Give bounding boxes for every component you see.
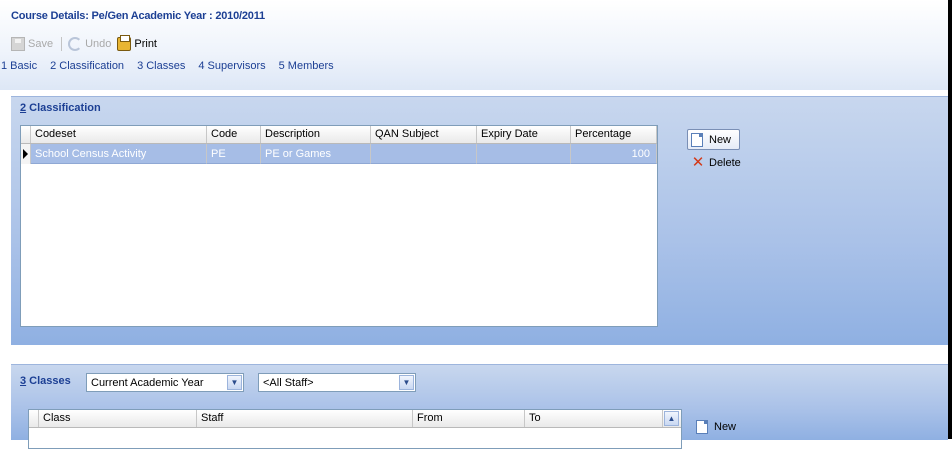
grid-header: Class Staff From To — [29, 410, 681, 428]
col-code[interactable]: Code — [207, 126, 261, 143]
delete-icon: ✕ — [691, 153, 705, 171]
undo-icon — [68, 37, 83, 51]
undo-button[interactable]: Undo — [68, 37, 111, 51]
staff-filter-value: <All Staff> — [263, 376, 314, 389]
window-border — [948, 0, 952, 439]
col-from[interactable]: From — [413, 410, 525, 427]
col-description[interactable]: Description — [261, 126, 371, 143]
tab-classes[interactable]: 3 Classes — [137, 60, 185, 72]
tab-supervisors[interactable]: 4 Supervisors — [198, 60, 265, 72]
cell-expiry-date[interactable] — [477, 144, 571, 164]
academic-year-select[interactable]: Current Academic Year ▼ — [86, 373, 244, 392]
delete-classification-button[interactable]: ✕ Delete — [691, 153, 741, 172]
print-button[interactable]: Print — [117, 35, 157, 51]
classes-grid: Class Staff From To ▲ — [28, 409, 682, 449]
cell-code[interactable]: PE — [207, 144, 261, 164]
row-selector-header — [29, 410, 39, 427]
col-expiry-date[interactable]: Expiry Date — [477, 126, 571, 143]
toolbar: Save Undo Print — [11, 35, 163, 53]
cell-percentage[interactable]: 100 — [571, 144, 657, 164]
col-staff[interactable]: Staff — [197, 410, 413, 427]
classification-panel: 2 Classification Codeset Code Descriptio… — [11, 96, 948, 345]
row-selector-header — [21, 126, 31, 143]
new-classification-button[interactable]: New — [687, 129, 741, 150]
chevron-down-icon[interactable]: ▼ — [399, 375, 414, 390]
col-percentage[interactable]: Percentage — [571, 126, 657, 143]
toolbar-separator — [61, 37, 63, 51]
new-document-icon — [691, 132, 703, 147]
scroll-up-icon[interactable]: ▲ — [664, 411, 679, 426]
delete-label: Delete — [709, 156, 741, 169]
cell-description[interactable]: PE or Games — [261, 144, 371, 164]
col-qan-subject[interactable]: QAN Subject — [371, 126, 477, 143]
new-class-button[interactable]: New — [696, 417, 736, 436]
col-codeset[interactable]: Codeset — [31, 126, 207, 143]
tab-basic[interactable]: 1 Basic — [1, 60, 37, 72]
save-button[interactable]: Save — [11, 37, 53, 51]
undo-label: Undo — [85, 38, 112, 50]
col-class[interactable]: Class — [39, 410, 197, 427]
col-to[interactable]: To — [525, 410, 663, 427]
course-details-window: Course Details: Pe/Gen Academic Year : 2… — [0, 0, 948, 449]
current-row-pointer-icon — [21, 144, 31, 164]
new-document-icon — [696, 419, 708, 434]
academic-year-value: Current Academic Year — [91, 376, 204, 389]
tab-classification[interactable]: 2 Classification — [50, 60, 124, 72]
page-title: Course Details: Pe/Gen Academic Year : 2… — [11, 10, 265, 22]
classes-title: 3 Classes — [20, 375, 71, 387]
table-row[interactable]: School Census Activity PE PE or Games 10… — [21, 144, 657, 164]
new-class-label: New — [714, 420, 737, 433]
tab-members[interactable]: 5 Members — [279, 60, 334, 72]
cell-codeset[interactable]: School Census Activity — [31, 144, 207, 164]
save-label: Save — [28, 38, 54, 50]
cell-qan-subject[interactable] — [371, 144, 477, 164]
header-area: Course Details: Pe/Gen Academic Year : 2… — [0, 0, 948, 90]
save-icon — [11, 37, 25, 51]
new-label: New — [709, 133, 732, 146]
grid-header: Codeset Code Description QAN Subject Exp… — [21, 126, 657, 144]
section-tabs: 1 Basic 2 Classification 3 Classes 4 Sup… — [1, 60, 347, 72]
classes-panel: 3 Classes Current Academic Year ▼ <All S… — [11, 364, 948, 449]
classification-title: 2 Classification — [20, 102, 101, 114]
printer-icon — [117, 35, 132, 51]
staff-filter-select[interactable]: <All Staff> ▼ — [258, 373, 416, 392]
chevron-down-icon[interactable]: ▼ — [227, 375, 242, 390]
classification-grid: Codeset Code Description QAN Subject Exp… — [20, 125, 658, 327]
print-label: Print — [134, 38, 157, 50]
